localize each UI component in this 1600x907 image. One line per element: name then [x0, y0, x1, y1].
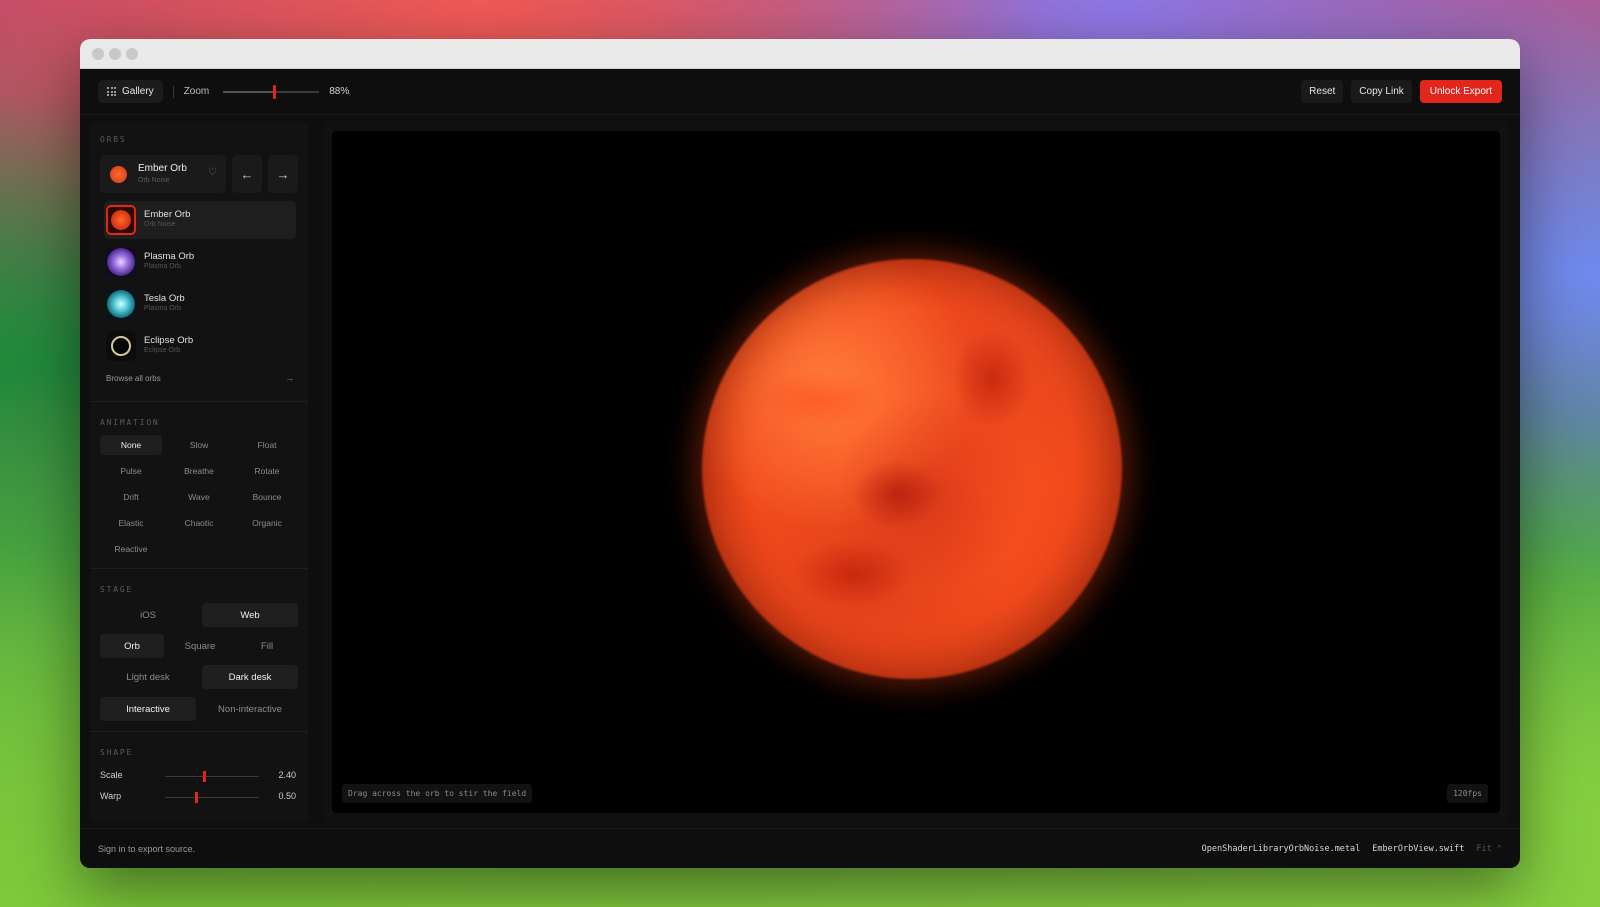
arrow-right-icon: →: [276, 166, 290, 182]
swift-file-tab[interactable]: EmberOrbView.swift: [1372, 844, 1464, 854]
gallery-button[interactable]: Gallery: [98, 80, 163, 103]
interactive-option[interactable]: Interactive: [100, 697, 196, 721]
fps-badge: 120fps: [1447, 784, 1488, 803]
shape-orb-option[interactable]: Orb: [100, 634, 164, 658]
orb-item-name: Tesla Orb: [144, 293, 185, 304]
animation-elastic-chip[interactable]: Elastic: [100, 513, 162, 533]
next-orb-button[interactable]: →: [268, 155, 298, 193]
sign-in-message[interactable]: Sign in to export source.: [98, 844, 195, 854]
sidebar: ORBS Ember Orb Orb Noise ♡ ← → Ember Orb…: [90, 121, 308, 823]
platform-web-option[interactable]: Web: [202, 603, 298, 627]
heart-icon[interactable]: ♡: [208, 167, 217, 178]
platform-ios-option[interactable]: iOS: [100, 603, 196, 627]
close-window-icon[interactable]: [92, 48, 104, 60]
app-window: Gallery Zoom 88% Reset Copy Link Unlock …: [80, 39, 1520, 868]
grid-icon: [107, 87, 116, 96]
non-interactive-option[interactable]: Non-interactive: [202, 697, 298, 721]
tesla-orb-thumbnail: [106, 289, 136, 319]
orb-item-name: Plasma Orb: [144, 251, 195, 262]
scale-slider[interactable]: [165, 771, 259, 782]
ember-orb-thumbnail: [106, 205, 136, 235]
stage-heading: STAGE: [100, 585, 134, 594]
animation-heading: ANIMATION: [100, 418, 160, 427]
previous-orb-button[interactable]: ←: [232, 155, 262, 193]
animation-float-chip[interactable]: Float: [236, 435, 298, 455]
orb-item-name: Eclipse Orb: [144, 335, 194, 346]
toolbar: Gallery Zoom 88% Reset Copy Link Unlock …: [80, 69, 1520, 115]
animation-none-chip[interactable]: None: [100, 435, 162, 455]
reset-button[interactable]: Reset: [1301, 80, 1344, 103]
zoom-value: 88%: [329, 86, 350, 97]
current-orb-card[interactable]: Ember Orb Orb Noise ♡: [100, 155, 226, 193]
title-bar: [80, 39, 1520, 69]
zoom-slider-fill: [223, 90, 275, 93]
orb-item-subtitle: Orb Noise: [144, 221, 176, 228]
animation-pulse-chip[interactable]: Pulse: [100, 461, 162, 481]
animation-chaotic-chip[interactable]: Chaotic: [168, 513, 230, 533]
orb-item-name: Ember Orb: [144, 209, 191, 220]
light-desk-option[interactable]: Light desk: [100, 665, 196, 689]
minimize-window-icon[interactable]: [109, 48, 121, 60]
ember-orb-render[interactable]: [702, 259, 1122, 679]
dark-desk-option[interactable]: Dark desk: [202, 665, 298, 689]
shape-heading: SHAPE: [100, 748, 134, 757]
eclipse-orb-thumbnail: [106, 331, 136, 361]
zoom-label: Zoom: [183, 86, 210, 97]
current-orb-name: Ember Orb: [138, 163, 187, 174]
animation-rotate-chip[interactable]: Rotate: [236, 461, 298, 481]
plasma-orb-thumbnail: [106, 247, 136, 277]
animation-slow-chip[interactable]: Slow: [168, 435, 230, 455]
shape-fill-option[interactable]: Fill: [236, 634, 298, 658]
source-files: OpenShaderLibraryOrbNoise.metal EmberOrb…: [1202, 844, 1502, 854]
animation-drift-chip[interactable]: Drift: [100, 487, 162, 507]
zoom-window-icon[interactable]: [126, 48, 138, 60]
orb-item-subtitle: Eclipse Orb: [144, 347, 181, 354]
fit-toggle[interactable]: Fit ⌃: [1476, 844, 1502, 854]
orb-list-item-eclipse[interactable]: Eclipse Orb Eclipse Orb: [104, 327, 296, 365]
browse-label: Browse all orbs: [106, 374, 161, 383]
animation-breathe-chip[interactable]: Breathe: [168, 461, 230, 481]
scale-slider-thumb[interactable]: [203, 771, 207, 782]
toolbar-divider: [172, 85, 174, 98]
footer-bar: Sign in to export source. OpenShaderLibr…: [80, 828, 1520, 868]
zoom-slider[interactable]: [223, 84, 320, 99]
arrow-left-icon: ←: [240, 166, 254, 182]
orb-list-item-tesla[interactable]: Tesla Orb Plasma Orb: [104, 285, 296, 323]
copy-link-button[interactable]: Copy Link: [1351, 80, 1412, 103]
animation-wave-chip[interactable]: Wave: [168, 487, 230, 507]
animation-reactive-chip[interactable]: Reactive: [100, 539, 162, 559]
browse-all-orbs-link[interactable]: Browse all orbs →: [106, 373, 294, 383]
arrow-right-icon: →: [285, 373, 294, 383]
warp-value: 0.50: [278, 791, 296, 801]
warp-slider-thumb[interactable]: [195, 792, 199, 803]
orb-list-item-ember[interactable]: Ember Orb Orb Noise: [104, 201, 296, 239]
section-divider: [90, 401, 308, 402]
shape-square-option[interactable]: Square: [168, 634, 232, 658]
animation-organic-chip[interactable]: Organic: [236, 513, 298, 533]
section-divider: [90, 731, 308, 732]
orb-item-subtitle: Plasma Orb: [144, 305, 181, 312]
orb-list-item-plasma[interactable]: Plasma Orb Plasma Orb: [104, 243, 296, 281]
zoom-slider-thumb[interactable]: [273, 84, 277, 99]
unlock-export-button[interactable]: Unlock Export: [1419, 80, 1502, 103]
orbs-heading: ORBS: [100, 135, 127, 144]
toolbar-actions: Reset Copy Link Unlock Export: [1301, 80, 1502, 103]
scale-label: Scale: [100, 770, 123, 780]
orb-item-subtitle: Plasma Orb: [144, 263, 181, 270]
warp-slider[interactable]: [165, 792, 259, 803]
current-orb-subtitle: Orb Noise: [138, 177, 170, 184]
section-divider: [90, 568, 308, 569]
animation-bounce-chip[interactable]: Bounce: [236, 487, 298, 507]
gallery-label: Gallery: [122, 86, 154, 97]
stir-hint: Drag across the orb to stir the field: [342, 784, 533, 803]
warp-label: Warp: [100, 791, 122, 801]
scale-value: 2.40: [278, 770, 296, 780]
orb-canvas[interactable]: Drag across the orb to stir the field 12…: [332, 131, 1500, 813]
ember-orb-icon: [110, 166, 127, 183]
metal-file-tab[interactable]: OpenShaderLibraryOrbNoise.metal: [1202, 844, 1361, 854]
